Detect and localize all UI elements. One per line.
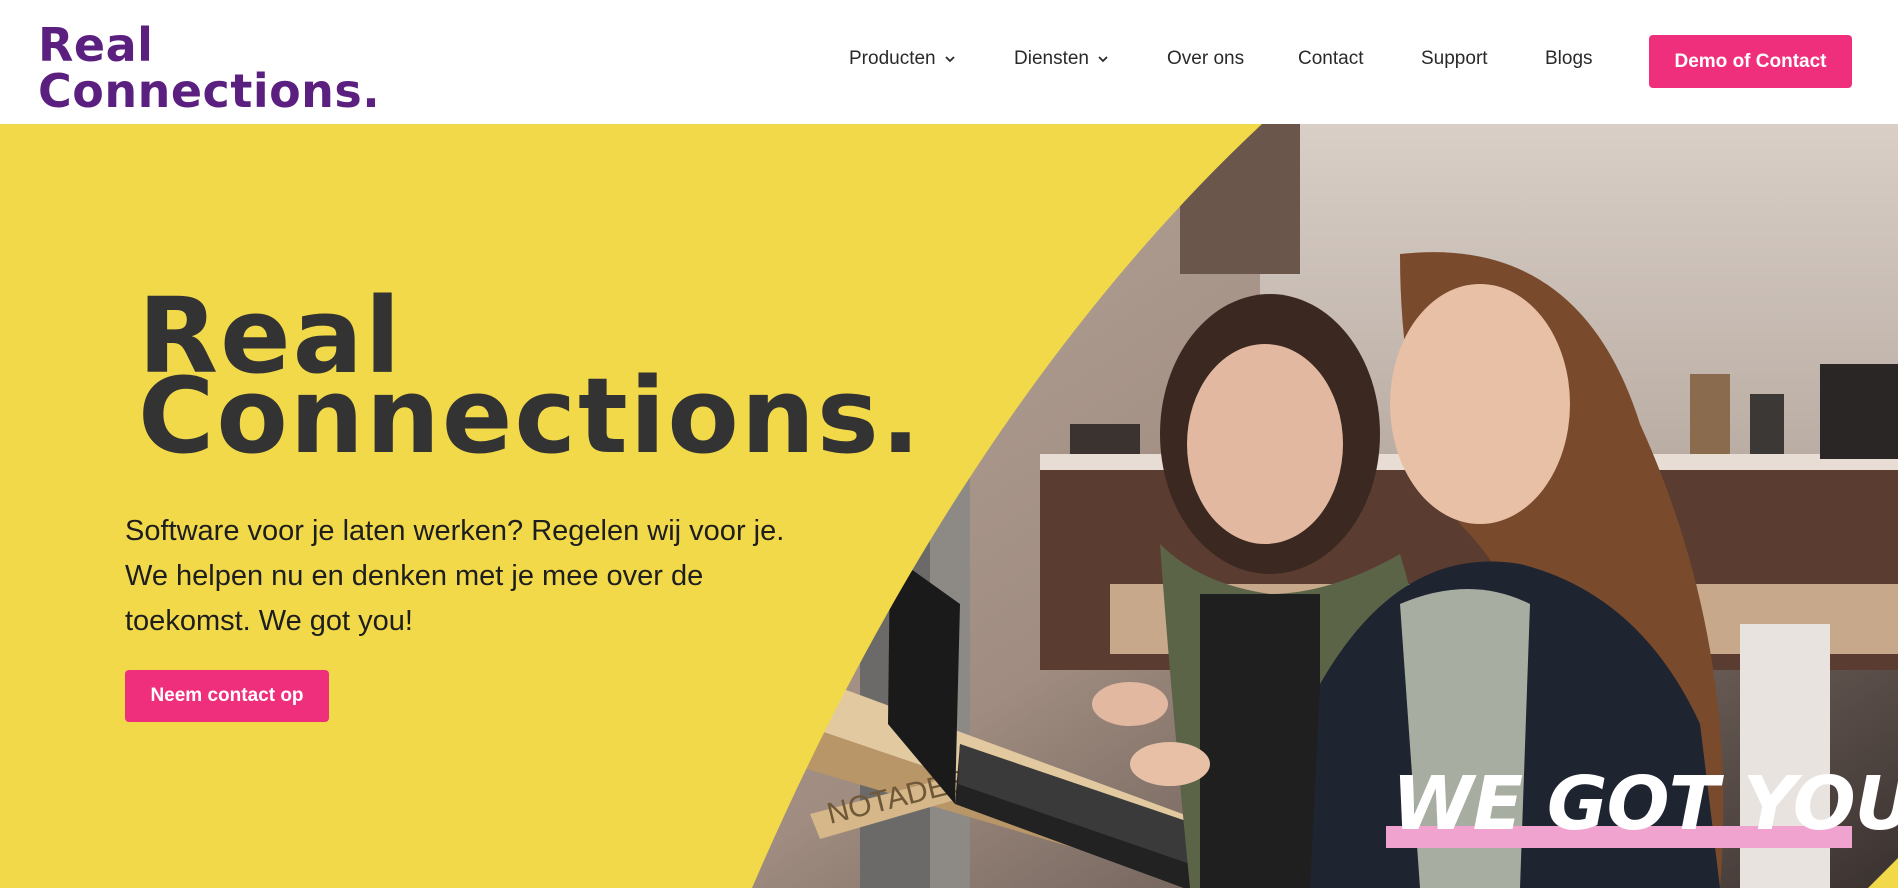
hero-section: NOTADESK Real Connections. Software voor… — [0, 124, 1898, 888]
hero-subtitle-line-1: Software voor je laten werken? Regelen w… — [125, 515, 785, 547]
demo-contact-button[interactable]: Demo of Contact — [1649, 35, 1852, 88]
hero-subtitle: Software voor je laten werken? Regelen w… — [125, 509, 845, 644]
chevron-down-icon — [1098, 56, 1108, 63]
nav-support[interactable]: Support — [1421, 48, 1488, 70]
nav-contact[interactable]: Contact — [1298, 48, 1363, 70]
hero-subtitle-line-2: We helpen nu en denken met je mee over d… — [125, 560, 704, 592]
nav-contact-label: Contact — [1298, 48, 1364, 69]
nav-diensten-label: Diensten — [1014, 48, 1089, 69]
nav-producten-label: Producten — [849, 48, 936, 69]
nav-blogs[interactable]: Blogs — [1545, 48, 1593, 70]
nav-producten[interactable]: Producten — [849, 48, 956, 70]
nav-over-ons-label: Over ons — [1167, 48, 1245, 69]
slogan-text: WE GOT YOU — [1392, 761, 1898, 847]
hero-subtitle-line-3: toekomst. We got you! — [125, 605, 413, 637]
slogan-banner: WE GOT YOU — [1386, 764, 1898, 848]
nav-diensten[interactable]: Diensten — [1014, 48, 1109, 70]
site-header: Real Connections. Producten Diensten Ove… — [0, 0, 1898, 124]
nav-support-label: Support — [1421, 48, 1488, 69]
chevron-down-icon — [944, 56, 955, 63]
hero-title: Real Connections. — [138, 284, 923, 477]
hero-title-line-2: Connections. — [138, 355, 923, 477]
corner-accent — [1868, 858, 1898, 888]
contact-button[interactable]: Neem contact op — [125, 670, 329, 722]
nav-blogs-label: Blogs — [1545, 48, 1593, 69]
nav-over-ons[interactable]: Over ons — [1167, 48, 1244, 70]
main-nav: Producten Diensten Over ons Contact Supp… — [0, 0, 1898, 124]
